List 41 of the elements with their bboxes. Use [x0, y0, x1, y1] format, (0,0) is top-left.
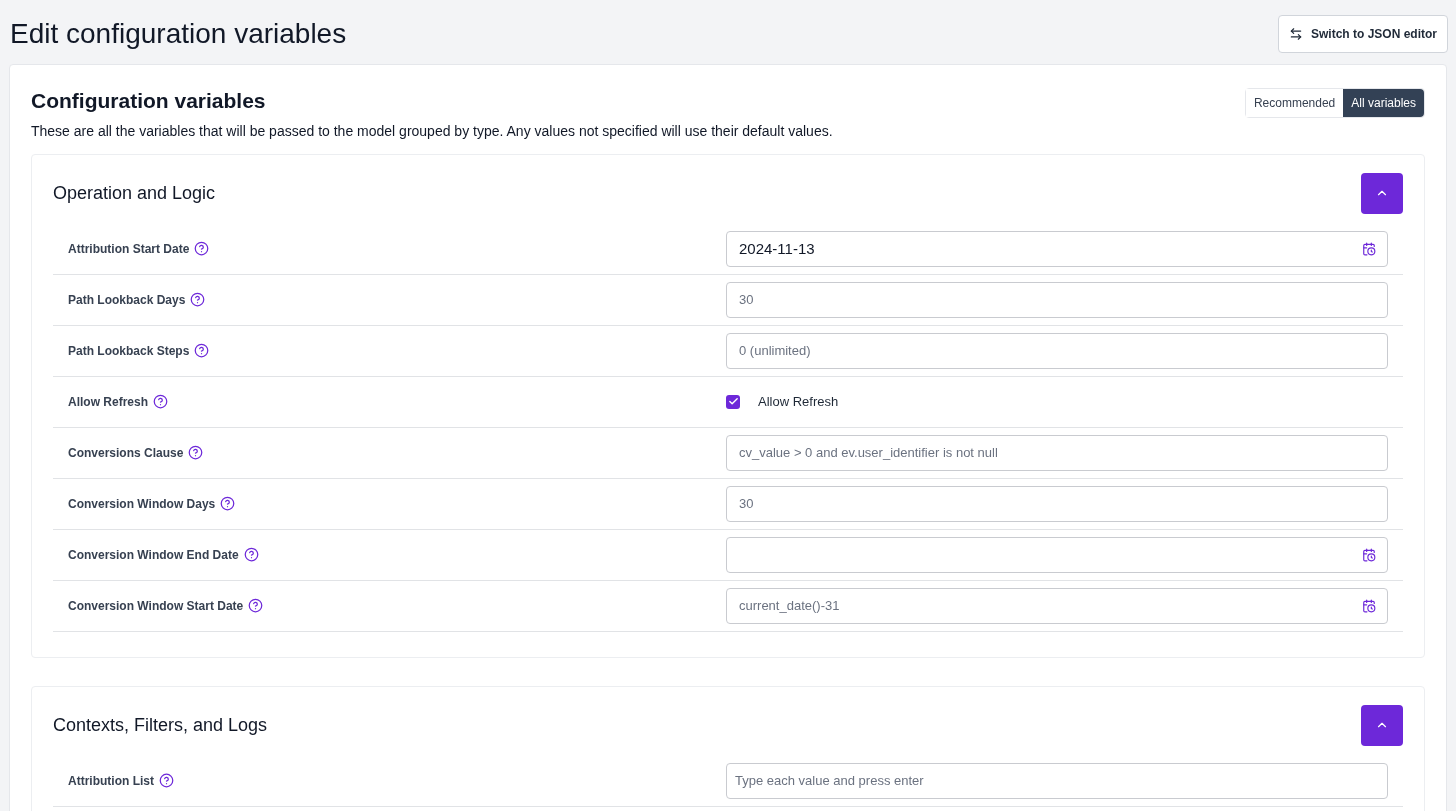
field-label: Attribution List	[68, 772, 154, 790]
page-title: Edit configuration variables	[10, 17, 347, 51]
input-field[interactable]: 0 (unlimited)	[726, 332, 1388, 369]
field-label: Path Lookback Days	[68, 291, 186, 309]
field-label: Conversion Window Start Date	[68, 597, 244, 615]
swap-arrows-icon	[1289, 27, 1303, 41]
checkbox[interactable]	[726, 394, 740, 409]
input-field[interactable]: 30	[726, 485, 1388, 522]
collapse-button[interactable]	[1361, 172, 1403, 214]
card-title: Configuration variables	[31, 88, 267, 114]
help-icon[interactable]	[194, 241, 210, 256]
help-icon[interactable]	[159, 773, 174, 788]
field-label: Attribution Start Date	[68, 240, 190, 258]
input-field[interactable]: 30	[726, 281, 1388, 318]
date-field[interactable]: 2024-11-13	[726, 230, 1388, 267]
field-label: Conversions Clause	[68, 444, 184, 462]
view-tab[interactable]: All variables	[1343, 89, 1424, 117]
help-icon[interactable]	[248, 598, 264, 613]
field-label: Path Lookback Steps	[68, 342, 190, 360]
help-icon[interactable]	[188, 445, 204, 460]
switch-editor-button[interactable]: Switch to JSON editor	[1278, 15, 1448, 53]
field-label: Conversion Window Days	[68, 495, 216, 513]
help-icon[interactable]	[194, 343, 210, 358]
card-description: These are all the variables that will be passed to the model grouped by type. Any values not specified will use their default values.	[31, 121, 833, 141]
field-label: Conversion Window End Date	[68, 546, 239, 564]
checkbox-label: Allow Refresh	[758, 392, 839, 411]
calendar-icon[interactable]	[1362, 598, 1376, 613]
section-title: Operation and Logic	[53, 181, 216, 205]
date-field[interactable]: current_date()-31	[726, 587, 1388, 624]
help-icon[interactable]	[153, 394, 168, 409]
field-label: Allow Refresh	[68, 393, 148, 411]
collapse-button[interactable]	[1361, 704, 1403, 746]
help-icon[interactable]	[220, 496, 236, 511]
date-field[interactable]	[726, 536, 1388, 573]
help-icon[interactable]	[243, 547, 259, 562]
calendar-icon[interactable]	[1362, 241, 1376, 256]
section-title: Contexts, Filters, and Logs	[53, 713, 268, 737]
input-field[interactable]: cv_value > 0 and ev.user_identifier is not null	[726, 434, 1388, 471]
calendar-icon[interactable]	[1362, 547, 1376, 562]
input-field[interactable]: Type each value and press enter	[726, 762, 1388, 799]
help-icon[interactable]	[190, 292, 206, 307]
